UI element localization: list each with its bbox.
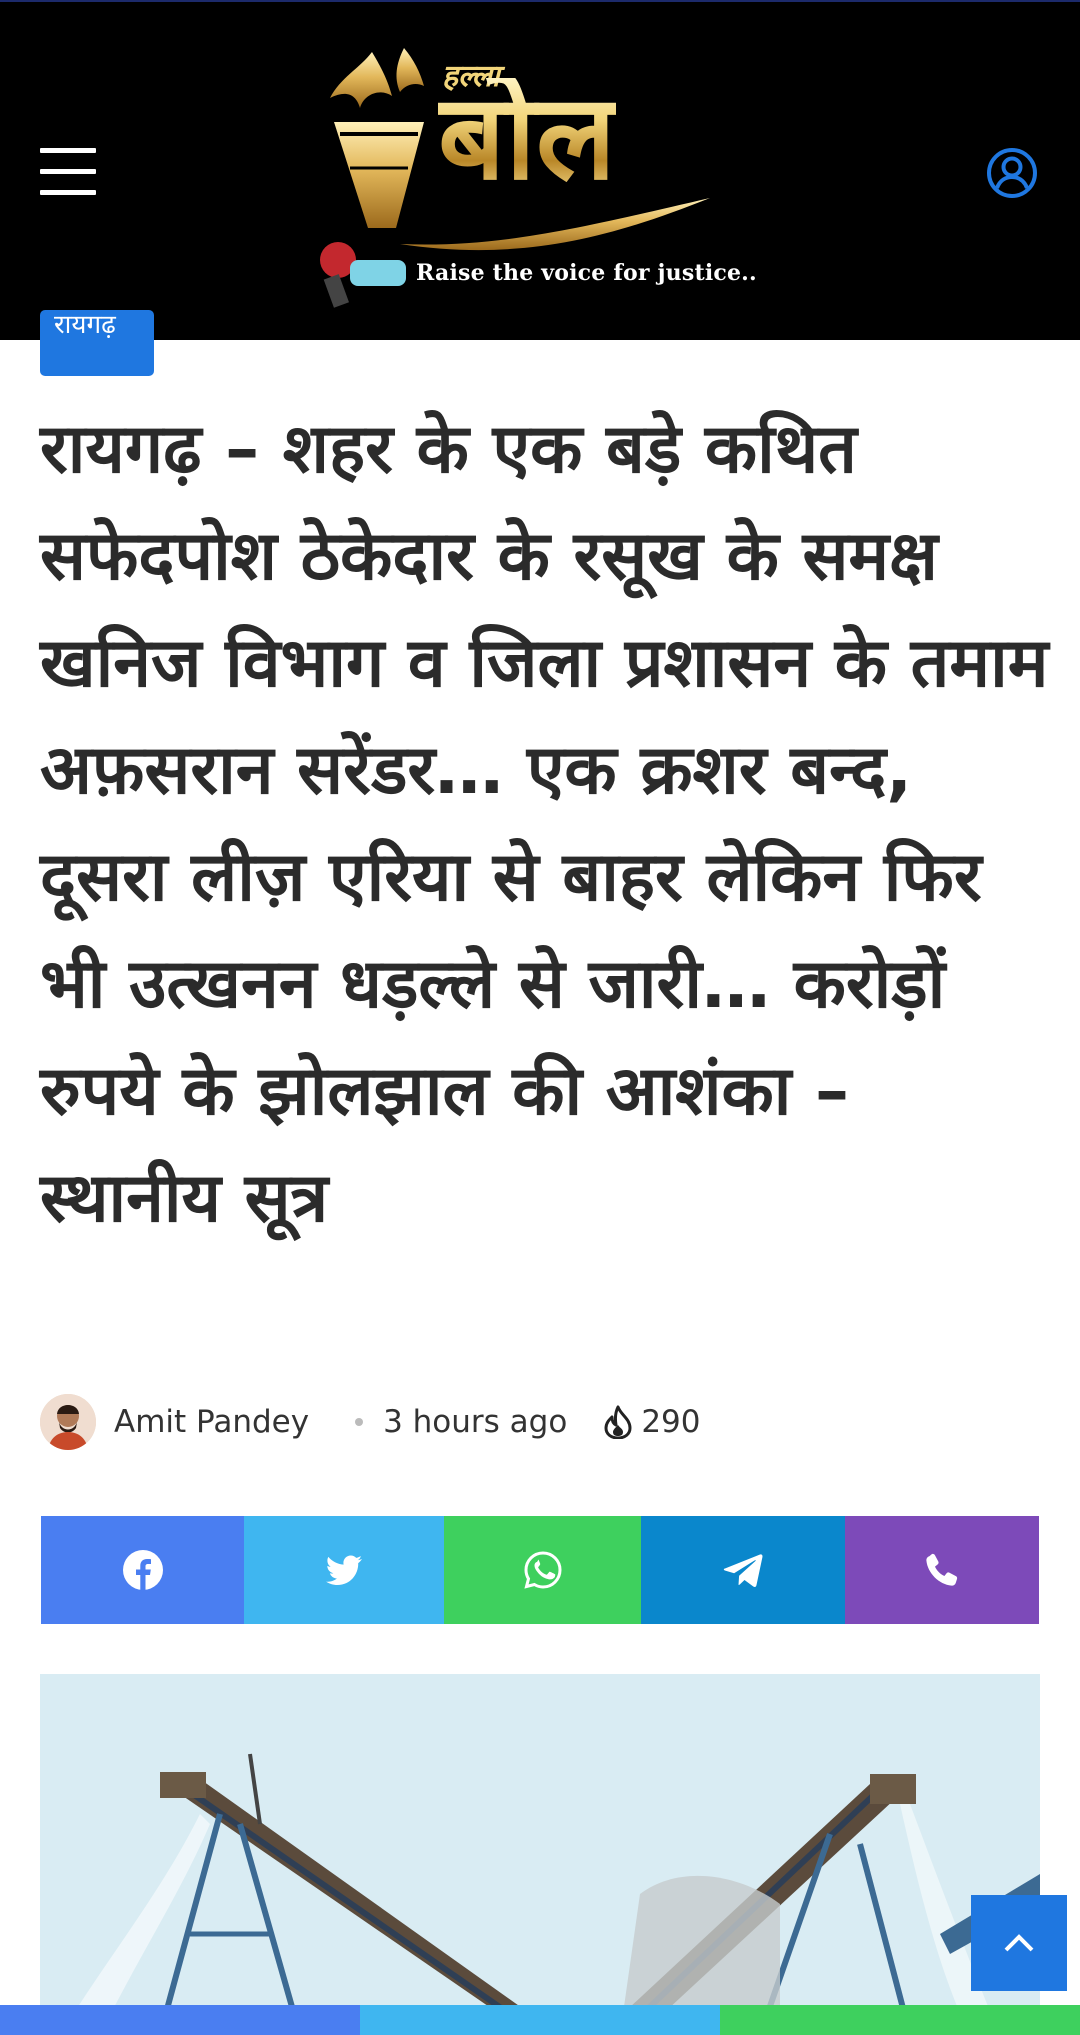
crusher-photo [40, 1674, 1040, 2035]
back-to-top-button[interactable] [971, 1895, 1067, 1991]
view-count: 290 [641, 1404, 701, 1440]
author-avatar[interactable] [40, 1394, 96, 1450]
facebook-icon [122, 1550, 163, 1590]
user-account-icon [987, 148, 1037, 198]
author-name[interactable]: Amit Pandey [114, 1404, 309, 1440]
sticky-share-facebook[interactable] [0, 2005, 360, 2035]
telegram-icon [723, 1554, 763, 1587]
phone-icon [926, 1553, 958, 1586]
logo-tagline: Raise the voice for justice.. [416, 260, 757, 286]
sticky-share-bar [0, 2005, 1080, 2035]
whatsapp-icon [523, 1551, 562, 1589]
featured-image[interactable] [40, 1674, 1040, 2035]
share-phone-button[interactable] [845, 1516, 1039, 1624]
site-header: हल्ला बोल Raise the voice for justice.. [0, 0, 1080, 340]
publish-time: 3 hours ago [383, 1404, 568, 1440]
share-bar [41, 1516, 1039, 1624]
category-badge[interactable]: रायगढ़ [40, 310, 154, 376]
fire-icon [604, 1405, 632, 1439]
site-logo[interactable]: हल्ला बोल Raise the voice for justice.. [320, 38, 757, 308]
avatar-image [40, 1394, 96, 1450]
article-meta: Amit Pandey 3 hours ago 290 [40, 1392, 1040, 1452]
article-title: रायगढ़ – शहर के एक बड़े कथित सफेदपोश ठेक… [40, 410, 1049, 1238]
share-twitter-button[interactable] [244, 1516, 444, 1624]
share-telegram-button[interactable] [641, 1516, 845, 1624]
chevron-up-icon [1004, 1934, 1034, 1952]
share-facebook-button[interactable] [41, 1516, 244, 1624]
sticky-share-twitter[interactable] [360, 2005, 720, 2035]
meta-separator [355, 1418, 364, 1426]
category-label: रायगढ़ [54, 310, 116, 340]
hamburger-menu-icon [40, 148, 96, 153]
sticky-share-whatsapp[interactable] [720, 2005, 1080, 2035]
user-account-button[interactable] [986, 147, 1038, 199]
logo-big-text: बोल [438, 67, 616, 206]
share-whatsapp-button[interactable] [444, 1516, 641, 1624]
twitter-icon [326, 1555, 362, 1585]
menu-button[interactable] [40, 148, 96, 196]
